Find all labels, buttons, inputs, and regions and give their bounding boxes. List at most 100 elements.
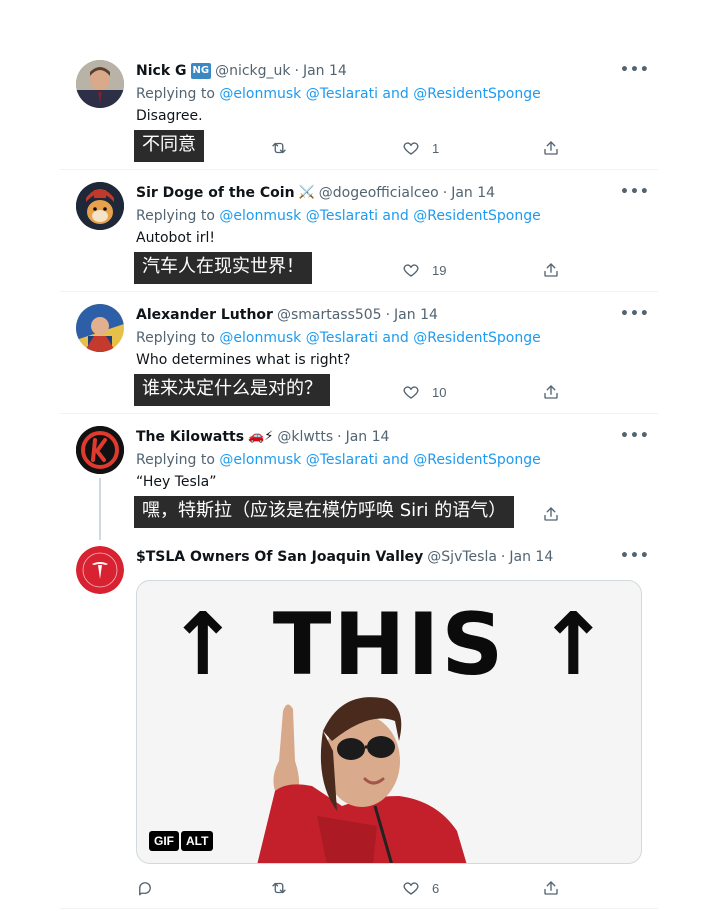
like-button[interactable]: 6 xyxy=(402,878,439,898)
tweet-text: Autobot irl! xyxy=(136,230,216,246)
replying-to-line: Replying to @elonmusk @Teslarati and @Re… xyxy=(136,207,646,225)
share-icon xyxy=(544,385,558,399)
heart-icon xyxy=(403,142,419,155)
share-icon xyxy=(544,507,558,521)
retweet-button[interactable] xyxy=(270,138,288,158)
avatar[interactable] xyxy=(76,60,124,108)
tweet-text: Who determines what is right? xyxy=(136,352,351,368)
replying-to-line: Replying to @elonmusk @Teslarati and @Re… xyxy=(136,329,646,347)
mention-residentsponge[interactable]: @ResidentSponge xyxy=(413,452,540,468)
subtitle-overlay: 谁来决定什么是对的？ xyxy=(134,374,330,406)
crossed-swords-icon: ⚔️ xyxy=(298,185,315,200)
alt-badge[interactable]: ALT xyxy=(181,831,214,851)
heart-icon xyxy=(403,882,419,895)
more-options-icon[interactable]: ••• xyxy=(620,62,649,80)
separator-dot: · xyxy=(294,63,299,79)
mention-elonmusk[interactable]: @elonmusk xyxy=(219,86,301,102)
mention-elonmusk[interactable]: @elonmusk xyxy=(219,208,301,224)
ng-badge-icon: NG xyxy=(190,63,212,79)
timestamp[interactable]: Jan 14 xyxy=(509,548,553,566)
avatar[interactable] xyxy=(76,546,124,594)
replying-to-label: Replying to xyxy=(136,452,215,468)
replying-to-line: Replying to @elonmusk @Teslarati and @Re… xyxy=(136,451,646,469)
and-text: and xyxy=(382,452,409,468)
thread-connector xyxy=(99,478,101,540)
share-button[interactable] xyxy=(542,504,560,524)
gif-person-illustration xyxy=(257,697,467,863)
timestamp[interactable]: Jan 14 xyxy=(346,428,390,446)
retweet-icon xyxy=(272,142,286,154)
mention-residentsponge[interactable]: @ResidentSponge xyxy=(413,86,540,102)
timestamp[interactable]: Jan 14 xyxy=(394,306,438,324)
more-options-icon[interactable]: ••• xyxy=(620,306,649,324)
share-button[interactable] xyxy=(542,878,560,898)
replying-to-label: Replying to xyxy=(136,86,215,102)
timestamp[interactable]: Jan 14 xyxy=(451,184,495,202)
display-name[interactable]: Sir Doge of the Coin xyxy=(136,184,295,202)
car-lightning-icon: 🚗⚡ xyxy=(248,429,274,444)
separator-dot: · xyxy=(337,429,342,445)
mention-teslarati[interactable]: @Teslarati xyxy=(306,330,378,346)
subtitle-overlay: 汽车人在现实世界！ xyxy=(134,252,312,284)
handle[interactable]: @smartass505 xyxy=(277,306,382,324)
like-count: 10 xyxy=(432,384,447,400)
display-name[interactable]: Alexander Luthor xyxy=(136,306,273,324)
mention-elonmusk[interactable]: @elonmusk xyxy=(219,452,301,468)
heart-icon xyxy=(403,264,419,277)
reply-icon xyxy=(139,882,151,896)
tweet-divider xyxy=(60,291,658,292)
timestamp[interactable]: Jan 14 xyxy=(303,62,347,80)
like-count: 1 xyxy=(432,140,440,156)
replying-to-line: Replying to @elonmusk @Teslarati and @Re… xyxy=(136,85,646,103)
share-button[interactable] xyxy=(542,260,560,280)
mention-residentsponge[interactable]: @ResidentSponge xyxy=(413,208,540,224)
handle[interactable]: @nickg_uk xyxy=(215,62,290,80)
tweet-divider xyxy=(60,169,658,170)
more-options-icon[interactable]: ••• xyxy=(620,184,649,202)
mention-teslarati[interactable]: @Teslarati xyxy=(306,452,378,468)
tweet-divider xyxy=(60,908,658,909)
more-options-icon[interactable]: ••• xyxy=(620,428,649,446)
mention-elonmusk[interactable]: @elonmusk xyxy=(219,330,301,346)
and-text: and xyxy=(382,330,409,346)
like-count: 19 xyxy=(432,262,447,278)
mention-teslarati[interactable]: @Teslarati xyxy=(306,86,378,102)
share-button[interactable] xyxy=(542,138,560,158)
heart-icon xyxy=(403,386,419,399)
replying-to-label: Replying to xyxy=(136,208,215,224)
tweet-divider xyxy=(60,413,658,414)
separator-dot: · xyxy=(442,185,448,201)
retweet-button[interactable] xyxy=(270,878,288,898)
replying-to-label: Replying to xyxy=(136,330,215,346)
handle[interactable]: @klwtts xyxy=(277,428,333,446)
share-icon xyxy=(544,263,558,277)
subtitle-overlay: 嘿，特斯拉（应该是在模仿呼唤 Siri 的语气） xyxy=(134,496,515,528)
subtitle-overlay: 不同意 xyxy=(134,130,204,162)
separator-dot: · xyxy=(500,549,506,565)
display-name[interactable]: The Kilowatts xyxy=(136,428,244,446)
display-name[interactable]: Nick G xyxy=(136,62,187,80)
reply-button[interactable] xyxy=(136,878,154,898)
handle[interactable]: @dogeofficialceo xyxy=(319,184,439,202)
like-button[interactable]: 10 xyxy=(402,382,446,402)
display-name[interactable]: $TSLA Owners Of San Joaquin Valley xyxy=(136,548,423,566)
and-text: and xyxy=(382,208,409,224)
avatar[interactable] xyxy=(76,304,124,352)
like-button[interactable]: 1 xyxy=(402,138,439,158)
mention-teslarati[interactable]: @Teslarati xyxy=(306,208,378,224)
tweet-text: “Hey Tesla” xyxy=(136,474,217,490)
retweet-icon xyxy=(272,882,286,894)
avatar[interactable] xyxy=(76,182,124,230)
more-options-icon[interactable]: ••• xyxy=(620,548,649,566)
like-count: 6 xyxy=(432,880,440,896)
mention-residentsponge[interactable]: @ResidentSponge xyxy=(413,330,540,346)
gif-media[interactable]: ↑ THIS ↑ GIF ALT xyxy=(136,580,642,864)
avatar[interactable] xyxy=(76,426,124,474)
and-text: and xyxy=(382,86,409,102)
like-button[interactable]: 19 xyxy=(402,260,446,280)
gif-badge: GIF xyxy=(149,831,179,851)
share-icon xyxy=(544,881,558,895)
handle[interactable]: @SjvTesla xyxy=(427,548,497,566)
separator-dot: · xyxy=(385,307,391,323)
share-button[interactable] xyxy=(542,382,560,402)
